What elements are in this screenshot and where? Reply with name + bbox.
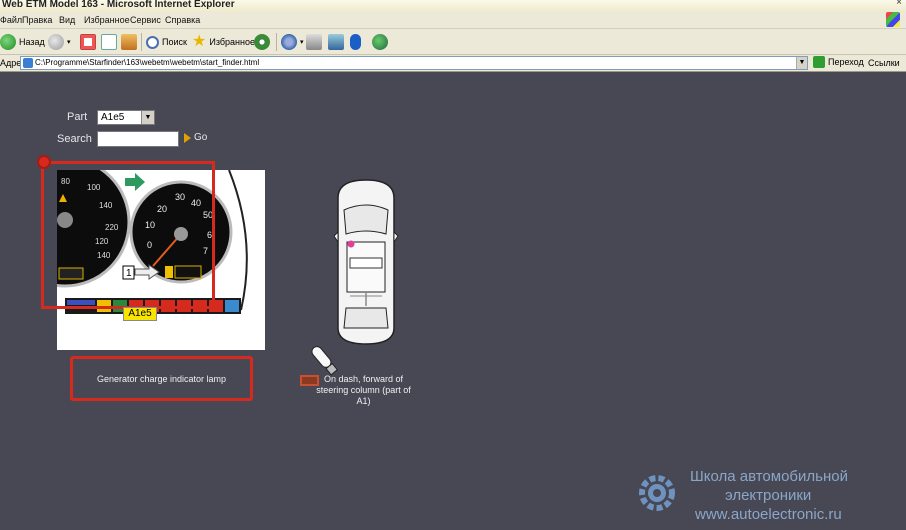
mail-icon xyxy=(281,34,297,50)
edit-button[interactable] xyxy=(328,32,344,52)
edit-icon xyxy=(328,34,344,50)
watermark-line-1: Школа автомобильной xyxy=(690,468,848,485)
favorites-button[interactable]: ★ Избранное xyxy=(192,32,255,52)
component-location: On dash, forward of steering column (par… xyxy=(316,374,411,406)
search-label: Поиск xyxy=(162,37,187,47)
watermark-line-2: электроники xyxy=(725,487,812,504)
menu-help[interactable]: Справка xyxy=(165,15,200,25)
search-button[interactable]: Поиск xyxy=(146,32,187,52)
refresh-icon xyxy=(101,34,117,50)
go-arrow-icon xyxy=(813,56,825,68)
component-description-box: Generator charge indicator lamp xyxy=(70,356,253,401)
search-go-button[interactable]: Go xyxy=(184,132,207,143)
bluetooth-icon xyxy=(350,34,361,50)
forward-button[interactable]: ▾ xyxy=(48,32,71,52)
forward-dropdown-icon[interactable]: ▾ xyxy=(67,38,71,46)
window-title: Web ETM Model 163 - Microsoft Internet E… xyxy=(2,0,235,10)
address-go-button[interactable]: Переход xyxy=(813,56,864,68)
search-go-label: Go xyxy=(194,132,208,143)
car-top-view-icon xyxy=(333,179,399,345)
mail-dropdown-icon[interactable]: ▾ xyxy=(300,38,304,46)
part-select[interactable]: A1e5 ▼ xyxy=(97,110,155,125)
media-icon xyxy=(254,34,270,50)
search-input[interactable] xyxy=(97,131,179,147)
component-highlight-frame xyxy=(41,161,215,309)
part-select-value: A1e5 xyxy=(101,112,125,123)
search-icon xyxy=(146,35,159,49)
search-field-label: Search xyxy=(57,133,92,145)
print-icon xyxy=(306,34,322,50)
watermark: Школа автомобильной электроники www.auto… xyxy=(630,466,906,530)
menu-file[interactable]: Файл xyxy=(0,15,22,25)
address-bar: Адрес C:\Programme\Starfinder\163\webetm… xyxy=(0,55,906,72)
menu-edit[interactable]: Правка xyxy=(22,15,52,25)
part-label: Part xyxy=(67,111,88,123)
refresh-button[interactable] xyxy=(101,32,117,52)
media-button[interactable] xyxy=(254,32,270,52)
chevron-down-icon[interactable]: ▼ xyxy=(141,111,154,124)
windows-logo-icon xyxy=(886,12,900,27)
close-window-icon[interactable]: × xyxy=(894,0,904,8)
toolbar-separator xyxy=(276,33,277,51)
back-label: Назад xyxy=(19,37,45,47)
menu-bar: Файл Правка Вид Избранное Сервис Справка xyxy=(0,12,906,29)
go-triangle-icon xyxy=(184,132,191,143)
part-tag: A1e5 xyxy=(123,307,157,321)
home-icon xyxy=(121,34,137,50)
toolbar: Назад ▾ ▾ Поиск ★ Избранное ▾ xyxy=(0,29,906,55)
menu-favorites[interactable]: Избранное xyxy=(84,15,130,25)
toolbar-separator xyxy=(141,33,142,51)
favorites-label: Избранное xyxy=(209,37,255,47)
mail-button[interactable]: ▾ xyxy=(281,32,304,52)
address-go-label: Переход xyxy=(828,57,864,67)
page-icon xyxy=(23,58,33,68)
menu-tools[interactable]: Сервис xyxy=(130,15,161,25)
back-button[interactable]: Назад ▾ xyxy=(0,32,51,52)
component-description: Generator charge indicator lamp xyxy=(96,373,227,384)
address-url: C:\Programme\Starfinder\163\webetm\webet… xyxy=(35,58,260,67)
favorites-icon: ★ xyxy=(192,33,207,50)
print-button[interactable] xyxy=(306,32,322,52)
forward-icon xyxy=(48,34,64,50)
stop-button[interactable] xyxy=(80,32,96,52)
links-button[interactable]: Ссылки xyxy=(868,58,900,68)
title-bar: Web ETM Model 163 - Microsoft Internet E… xyxy=(0,0,906,12)
gear-icon xyxy=(639,475,675,511)
highlight-marker-icon xyxy=(37,155,51,169)
stop-icon xyxy=(80,34,96,50)
messenger-button[interactable] xyxy=(372,32,388,52)
bluetooth-button[interactable] xyxy=(350,32,361,52)
messenger-icon xyxy=(372,34,388,50)
address-dropdown-icon[interactable]: ▼ xyxy=(796,57,807,69)
home-button[interactable] xyxy=(121,32,137,52)
watermark-url: www.autoelectronic.ru xyxy=(695,506,842,523)
menu-view[interactable]: Вид xyxy=(59,15,75,25)
back-icon xyxy=(0,34,16,50)
address-input[interactable]: C:\Programme\Starfinder\163\webetm\webet… xyxy=(20,56,808,70)
